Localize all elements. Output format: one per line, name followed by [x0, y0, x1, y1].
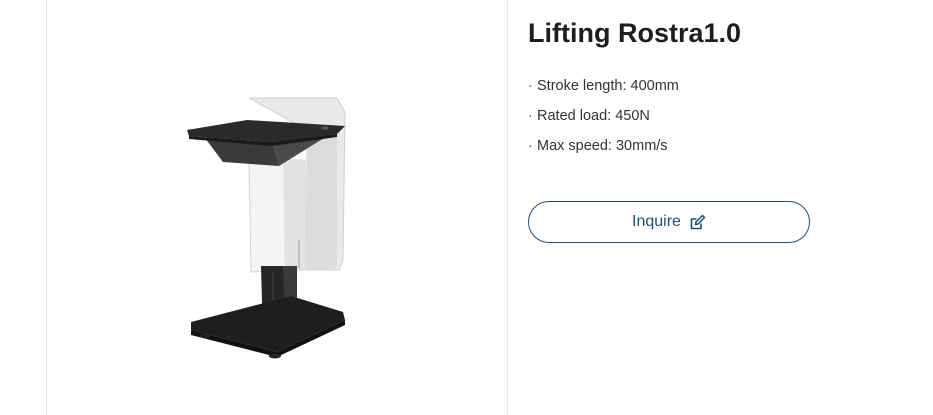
product-title: Lifting Rostra1.0 — [528, 18, 742, 48]
spec-text: Stroke length: 400mm — [537, 78, 679, 94]
spec-bullet: · — [528, 108, 533, 124]
product-page: Lifting Rostra1.0 · Stroke length: 400mm … — [0, 0, 933, 415]
spec-item-stroke-length: · Stroke length: 400mm — [528, 76, 679, 106]
inquire-button-label: Inquire — [632, 213, 681, 230]
spec-item-rated-load: · Rated load: 450N — [528, 106, 679, 136]
center-divider — [507, 0, 508, 415]
spec-text: Rated load: 450N — [537, 108, 650, 124]
spec-bullet: · — [528, 138, 533, 154]
spec-bullet: · — [528, 78, 533, 94]
edit-icon — [690, 214, 706, 229]
spec-list: · Stroke length: 400mm · Rated load: 450N … — [528, 76, 679, 166]
product-image-panel — [47, 0, 507, 415]
spec-item-max-speed: · Max speed: 30mm/s — [528, 136, 679, 166]
spec-text: Max speed: 30mm/s — [537, 138, 668, 154]
product-image — [187, 97, 346, 359]
inquire-button[interactable]: Inquire — [528, 201, 810, 243]
